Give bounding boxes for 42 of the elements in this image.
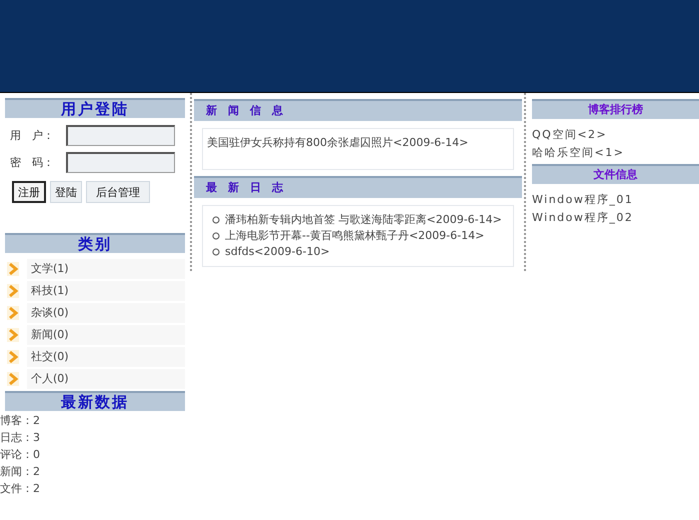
section-title: 博客排行榜 [532, 99, 699, 120]
blog-link[interactable]: QQ空间<2> [532, 126, 699, 144]
section-title: 文件信息 [532, 164, 699, 185]
stat-text: 新闻：2 [0, 464, 41, 480]
category-link[interactable]: 个人(0) [27, 369, 185, 389]
section-title: 最新数据 [5, 391, 185, 412]
bullet-icon [212, 248, 220, 256]
category-link[interactable]: 科技(1) [27, 281, 185, 301]
stat-text: 博客：2 [0, 413, 41, 429]
form-button[interactable]: 后台管理 [86, 181, 150, 203]
chevron-icon [7, 328, 19, 342]
bullet-icon [212, 216, 220, 224]
log-link[interactable]: 潘玮柏新专辑内地首签 与歌迷海陆零距离<2009-6-14> [225, 212, 502, 228]
file-link[interactable]: Window程序_01 [532, 191, 699, 209]
section-title: 用户登陆 [5, 98, 185, 119]
form-button[interactable]: 登陆 [50, 181, 82, 203]
stat-text: 日志：3 [0, 430, 41, 446]
chevron-icon [7, 372, 19, 386]
category-link[interactable]: 社交(0) [27, 347, 185, 367]
section-title: 最 新 日 志 [194, 176, 522, 199]
chevron-icon [7, 306, 19, 320]
chevron-icon [7, 262, 19, 276]
blog-link[interactable]: 哈哈乐空间<1> [532, 144, 699, 162]
form-button[interactable]: 注册 [12, 181, 46, 203]
stat-text: 文件：2 [0, 481, 41, 497]
category-link[interactable]: 新闻(0) [27, 325, 185, 345]
log-link[interactable]: sdfds<2009-6-10> [225, 244, 330, 260]
chevron-icon [7, 284, 19, 298]
news-link[interactable]: 美国驻伊女兵称持有800余张虐囚照片<2009-6-14> [207, 135, 509, 151]
chevron-icon [7, 350, 19, 364]
field-label: 密 码： [10, 155, 55, 170]
stat-text: 评论：0 [0, 447, 41, 463]
username-field[interactable] [66, 125, 175, 146]
section-title: 新 闻 信 息 [194, 99, 522, 122]
log-link[interactable]: 上海电影节开幕--黄百鸣熊黛林甄子丹<2009-6-14> [225, 228, 484, 244]
bullet-icon [212, 232, 220, 240]
password-field[interactable] [66, 152, 175, 173]
category-link[interactable]: 杂谈(0) [27, 303, 185, 323]
file-link[interactable]: Window程序_02 [532, 209, 699, 227]
category-link[interactable]: 文学(1) [27, 259, 185, 279]
section-title: 类别 [5, 233, 185, 254]
field-label: 用 户： [10, 128, 55, 143]
